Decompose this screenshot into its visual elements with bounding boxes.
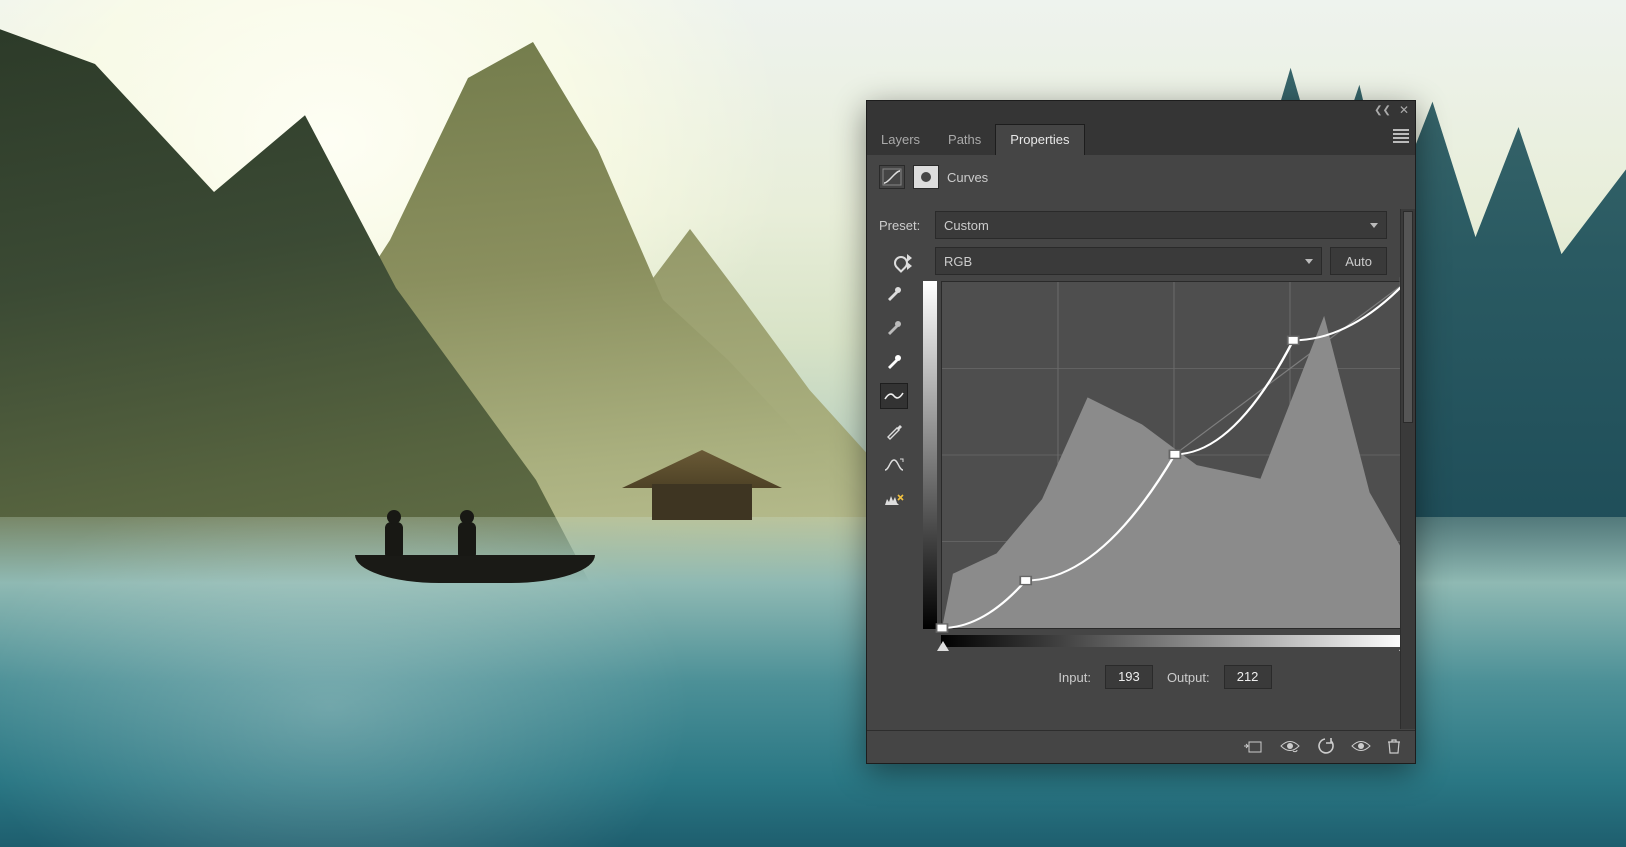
black-point-slider[interactable] xyxy=(937,641,949,651)
preset-value: Custom xyxy=(944,218,989,233)
channel-select[interactable]: RGB xyxy=(935,247,1322,275)
input-label: Input: xyxy=(1058,670,1091,685)
output-label: Output: xyxy=(1167,670,1210,685)
tab-properties[interactable]: Properties xyxy=(995,124,1084,155)
curve-plot[interactable] xyxy=(941,281,1407,629)
clip-to-layer-icon[interactable] xyxy=(1243,738,1263,757)
close-icon[interactable]: ✕ xyxy=(1399,103,1409,117)
auto-button[interactable]: Auto xyxy=(1330,247,1387,275)
adjustment-header: Curves xyxy=(867,155,1415,199)
panel-footer xyxy=(867,730,1415,763)
chevron-down-icon xyxy=(1370,223,1378,228)
clip-histogram-icon[interactable] xyxy=(881,487,907,511)
curves-tool-column xyxy=(879,281,909,511)
hut xyxy=(632,450,772,525)
pencil-icon[interactable] xyxy=(881,419,907,443)
channel-value: RGB xyxy=(944,254,972,269)
input-gradient xyxy=(941,635,1407,647)
properties-panel: ❮❮ ✕ Layers Paths Properties Curves Pres… xyxy=(866,100,1416,764)
curves-adjustment-icon xyxy=(879,165,905,189)
eyedropper-white-icon[interactable] xyxy=(881,349,907,373)
targeted-adjustment-icon[interactable] xyxy=(894,254,912,268)
preset-select[interactable]: Custom xyxy=(935,211,1387,239)
reset-icon[interactable] xyxy=(1317,738,1335,757)
scrollbar-thumb[interactable] xyxy=(1403,211,1413,423)
collapse-icon[interactable]: ❮❮ xyxy=(1374,105,1391,116)
chevron-down-icon xyxy=(1305,259,1313,264)
panel-menu-icon[interactable] xyxy=(1393,127,1409,141)
eyedropper-gray-icon[interactable] xyxy=(881,315,907,339)
input-output-readout: Input: 193 Output: 212 xyxy=(923,665,1407,689)
edit-points-icon[interactable] xyxy=(880,383,908,409)
eyedropper-black-icon[interactable] xyxy=(881,281,907,305)
curve-point-1[interactable] xyxy=(1020,576,1031,584)
view-previous-icon[interactable] xyxy=(1279,739,1301,756)
output-gradient xyxy=(923,281,937,629)
curves-graph[interactable] xyxy=(923,281,1407,651)
panel-tabs: Layers Paths Properties xyxy=(867,119,1415,155)
panel-scrollbar[interactable] xyxy=(1400,209,1415,729)
input-field[interactable]: 193 xyxy=(1105,665,1153,689)
curve-point-2[interactable] xyxy=(1169,450,1180,458)
person-2 xyxy=(458,522,476,556)
visibility-icon[interactable] xyxy=(1351,739,1371,756)
tab-layers[interactable]: Layers xyxy=(867,125,934,155)
panel-titlebar: ❮❮ ✕ xyxy=(867,101,1415,119)
adjustment-title: Curves xyxy=(947,170,988,185)
curve-point-3[interactable] xyxy=(1288,336,1299,344)
tab-paths[interactable]: Paths xyxy=(934,125,995,155)
smooth-curve-icon[interactable] xyxy=(881,453,907,477)
layer-mask-icon[interactable] xyxy=(913,165,939,189)
delete-icon[interactable] xyxy=(1387,738,1401,757)
preset-label: Preset: xyxy=(879,218,927,233)
person-1 xyxy=(385,522,403,556)
curve-point-0[interactable] xyxy=(937,624,948,632)
output-field[interactable]: 212 xyxy=(1224,665,1272,689)
